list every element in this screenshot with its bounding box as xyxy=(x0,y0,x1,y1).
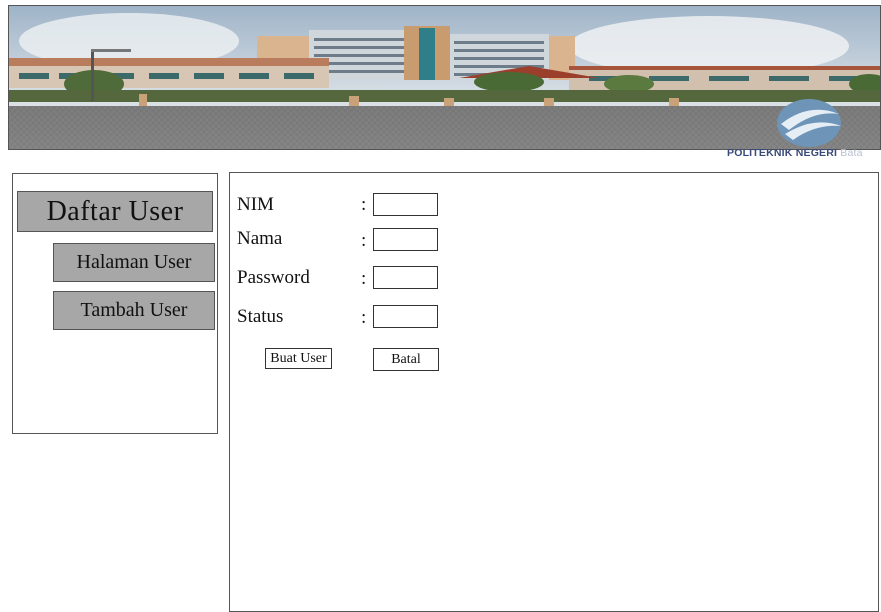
sidebar: Daftar User Halaman User Tambah User xyxy=(12,173,218,434)
status-label: Status xyxy=(237,306,284,327)
password-colon: : xyxy=(361,268,367,289)
password-label: Password xyxy=(237,267,310,288)
nim-input[interactable] xyxy=(373,193,438,216)
header-banner-image xyxy=(8,5,881,150)
nim-colon: : xyxy=(361,194,367,215)
sidebar-title: Daftar User xyxy=(17,191,213,232)
buat-user-button[interactable]: Buat User xyxy=(265,348,332,369)
halaman-user-button[interactable]: Halaman User xyxy=(53,243,215,282)
brand-text: POLITEKNIK NEGERI Bata xyxy=(727,146,881,160)
nama-colon: : xyxy=(361,230,367,251)
batal-button[interactable]: Batal xyxy=(373,348,439,371)
nama-label: Nama xyxy=(237,228,283,249)
brand-name-tail: Bata xyxy=(840,147,863,159)
status-input[interactable] xyxy=(373,305,438,328)
password-input[interactable] xyxy=(373,266,438,289)
tambah-user-button[interactable]: Tambah User xyxy=(53,291,215,330)
status-colon: : xyxy=(361,307,367,328)
brand-name: POLITEKNIK NEGERI xyxy=(727,147,838,159)
nim-label: NIM xyxy=(237,194,274,215)
nama-input[interactable] xyxy=(373,228,438,251)
user-form-panel: NIM : Nama : Password : Status : Buat Us… xyxy=(229,172,879,612)
